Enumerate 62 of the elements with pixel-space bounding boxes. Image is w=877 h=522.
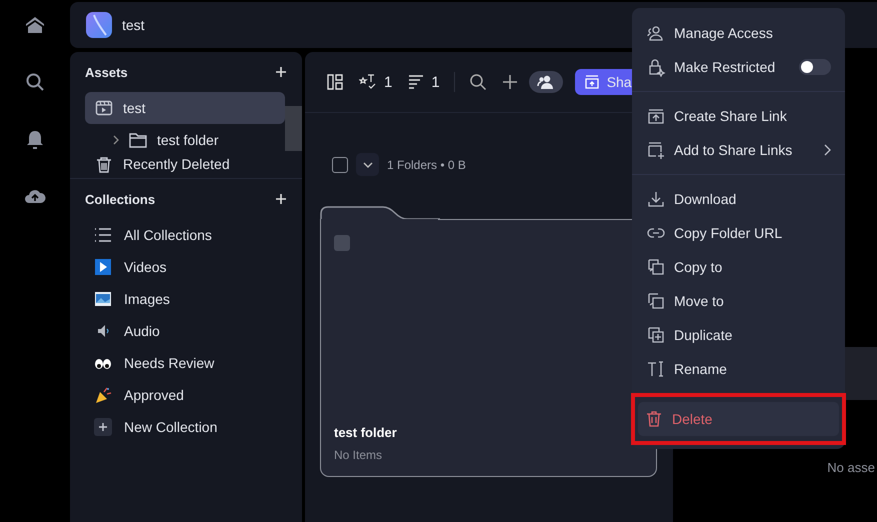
menu-item[interactable]: Create Share Link bbox=[640, 99, 837, 133]
chevron-down-icon bbox=[362, 162, 372, 168]
sidebar-item[interactable]: test folder bbox=[85, 124, 285, 156]
people-icon bbox=[536, 75, 555, 89]
filter-button[interactable]: 1 bbox=[359, 74, 392, 90]
collection-item[interactable]: Needs Review bbox=[85, 347, 286, 379]
collection-item[interactable]: Videos bbox=[85, 251, 286, 283]
scrollbar[interactable] bbox=[285, 106, 302, 151]
trash-icon bbox=[644, 409, 664, 429]
search-icon[interactable] bbox=[468, 73, 487, 91]
workspace-title: test bbox=[122, 17, 145, 33]
chevron-right-icon bbox=[824, 144, 831, 156]
upload-cloud-icon[interactable] bbox=[24, 188, 46, 204]
move-icon bbox=[646, 291, 666, 311]
section-title: Assets bbox=[85, 64, 128, 80]
folder-icon bbox=[129, 132, 147, 148]
party-icon bbox=[94, 386, 112, 404]
duplicate-icon bbox=[646, 325, 666, 345]
menu-item[interactable]: Manage Access bbox=[640, 16, 837, 50]
folder-summary: 1 Folders • 0 B bbox=[387, 158, 466, 172]
section-title: Collections bbox=[85, 192, 156, 206]
download-icon bbox=[646, 189, 666, 209]
collection-item[interactable]: Images bbox=[85, 283, 286, 315]
image-icon bbox=[94, 290, 112, 308]
plus-icon bbox=[94, 418, 112, 436]
logo-icon bbox=[86, 12, 112, 38]
sidebar-item[interactable]: Recently Deleted bbox=[85, 156, 285, 178]
search-icon[interactable] bbox=[25, 72, 45, 92]
folder-checkbox[interactable] bbox=[334, 235, 350, 251]
add-icon[interactable] bbox=[502, 75, 517, 89]
folder-detail: No Items bbox=[334, 448, 384, 462]
folder-card[interactable]: test folder No Items bbox=[320, 219, 657, 477]
bell-icon[interactable] bbox=[26, 130, 44, 150]
collection-item[interactable]: New Collection bbox=[85, 411, 286, 443]
menu-item[interactable]: Download bbox=[640, 182, 837, 216]
trash-icon bbox=[95, 156, 113, 174]
collection-item[interactable]: Audio bbox=[85, 315, 286, 347]
toggle-switch[interactable] bbox=[799, 59, 831, 75]
menu-item[interactable]: Add to Share Links bbox=[640, 133, 837, 167]
copy-icon bbox=[646, 257, 666, 277]
layout-icon[interactable] bbox=[327, 74, 343, 90]
dropdown-button[interactable] bbox=[356, 153, 379, 176]
sort-button[interactable]: 1 bbox=[408, 74, 440, 90]
sidebar-item[interactable]: test bbox=[85, 92, 285, 124]
share-icon bbox=[584, 75, 599, 89]
folder-name: test folder bbox=[334, 425, 398, 440]
chevron-right-icon bbox=[113, 135, 119, 145]
play-icon bbox=[94, 258, 112, 276]
filter-icon bbox=[359, 74, 377, 90]
empty-message: No asse bbox=[827, 460, 875, 475]
list-icon bbox=[94, 226, 112, 244]
home-icon[interactable] bbox=[25, 16, 45, 34]
people-button[interactable] bbox=[528, 71, 563, 93]
select-all-checkbox[interactable] bbox=[332, 156, 348, 172]
menu-item[interactable]: Delete bbox=[638, 402, 839, 436]
add-link-icon bbox=[646, 140, 666, 160]
menu-item[interactable]: Make Restricted bbox=[640, 50, 837, 84]
text-cursor-icon bbox=[646, 359, 666, 379]
collection-item[interactable]: All Collections bbox=[85, 219, 286, 251]
collection-item[interactable]: Approved bbox=[85, 379, 286, 411]
project-icon bbox=[95, 99, 113, 117]
sort-icon bbox=[408, 75, 424, 89]
